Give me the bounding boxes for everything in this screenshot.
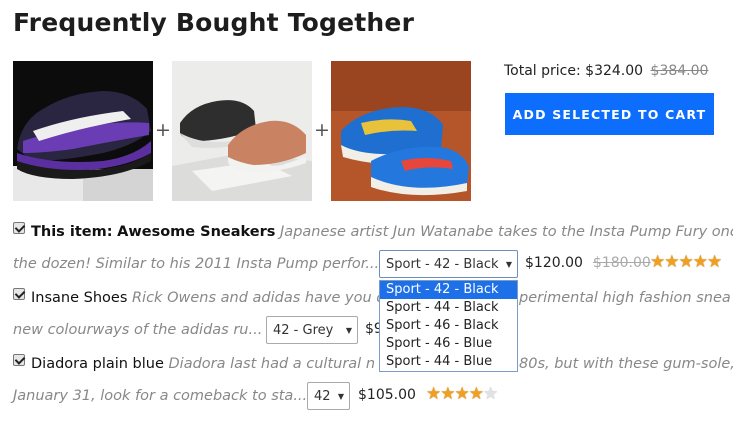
rating-stars: ★★★★★ xyxy=(426,384,498,404)
add-selected-to-cart-button[interactable]: ADD SELECTED TO CART xyxy=(505,93,714,135)
variant-select[interactable]: 42 ▼ xyxy=(307,382,350,410)
item-description-tail: perimental high fashion snea xyxy=(519,290,731,306)
star-icon: ★ xyxy=(664,252,679,272)
star-icon: ★ xyxy=(707,252,722,272)
leather-shoes-photo xyxy=(172,61,312,201)
star-empty-icon: ★ xyxy=(483,384,498,404)
star-icon: ★ xyxy=(454,384,470,404)
variant-select[interactable]: 42 - Grey ▼ xyxy=(266,316,358,344)
total-old-price: $384.00 xyxy=(650,63,709,79)
chevron-down-icon: ▼ xyxy=(505,260,512,269)
item-prefix: This item: xyxy=(31,224,113,240)
item-checkbox[interactable] xyxy=(13,354,25,366)
total-value: $324.00 xyxy=(585,63,644,79)
total-price: Total price: $324.00 $384.00 xyxy=(504,63,708,79)
plus-icon: + xyxy=(155,119,171,141)
item-price: $105.00 xyxy=(358,387,416,403)
item-description: Rick Owens and adidas have you c xyxy=(131,290,385,306)
star-icon: ★ xyxy=(426,384,441,404)
list-item: Diadora plain blue Diadora last had a cu… xyxy=(13,354,375,374)
dropdown-option[interactable]: Sport - 46 - Black xyxy=(380,317,517,335)
blue-sneakers-photo xyxy=(331,61,471,201)
chevron-down-icon: ▼ xyxy=(337,392,344,401)
variant-dropdown-list: Sport - 42 - Black Sport - 44 - Black Sp… xyxy=(379,280,518,372)
item-description-tail: 80s, but with these gum-sole, xyxy=(519,356,733,372)
rating-stars: ★★★★★ xyxy=(650,252,722,272)
dropdown-option[interactable]: Sport - 44 - Blue xyxy=(380,353,517,371)
chevron-down-icon: ▼ xyxy=(345,326,352,335)
item-name[interactable]: Insane Shoes xyxy=(31,290,127,306)
product-image-2[interactable] xyxy=(172,61,312,201)
plus-icon: + xyxy=(314,119,330,141)
list-item: Insane Shoes Rick Owens and adidas have … xyxy=(13,288,384,308)
star-icon: ★ xyxy=(692,252,708,272)
star-icon: ★ xyxy=(468,384,484,404)
list-item: This item: Awesome Sneakers Japanese art… xyxy=(13,222,733,242)
dropdown-option[interactable]: Sport - 42 - Black xyxy=(380,281,517,299)
item-old-price: $180.00 xyxy=(592,255,651,271)
item-checkbox[interactable] xyxy=(13,288,25,300)
total-label: Total price: xyxy=(504,63,581,79)
item-description: Japanese artist Jun Watanabe takes to th… xyxy=(280,224,733,240)
purple-sneaker-photo xyxy=(13,61,153,201)
star-icon: ★ xyxy=(440,384,455,404)
product-image-1[interactable] xyxy=(13,61,153,201)
item-checkbox[interactable] xyxy=(13,222,25,234)
item-description-cont: January 31, look for a comeback to sta..… xyxy=(13,388,308,404)
star-icon: ★ xyxy=(678,252,694,272)
item-price: $120.00 $180.00 xyxy=(525,255,651,271)
item-name[interactable]: Diadora plain blue xyxy=(31,356,164,372)
dropdown-option[interactable]: Sport - 44 - Black xyxy=(380,299,517,317)
item-name[interactable]: Awesome Sneakers xyxy=(117,224,275,240)
star-icon: ★ xyxy=(650,252,665,272)
variant-select[interactable]: Sport - 42 - Black ▼ xyxy=(379,250,518,278)
product-image-3[interactable] xyxy=(331,61,471,201)
item-description-cont: new colourways of the adidas ru... xyxy=(13,322,263,338)
item-description-cont: the dozen! Similar to his 2011 Insta Pum… xyxy=(13,256,380,272)
item-description: Diadora last had a cultural n xyxy=(168,356,376,372)
dropdown-option[interactable]: Sport - 46 - Blue xyxy=(380,335,517,353)
section-title: Frequently Bought Together xyxy=(13,8,415,37)
